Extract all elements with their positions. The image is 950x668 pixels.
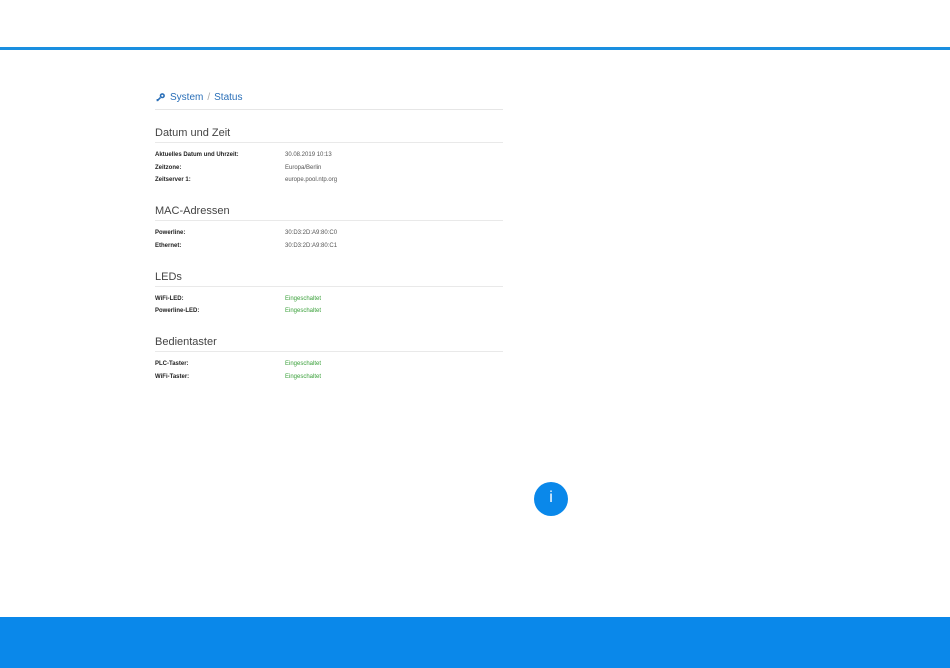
key-value-row: PLC-Taster: Eingeschaltet (155, 361, 503, 367)
key-value-list: Aktuelles Datum und Uhrzeit: 30.08.2019 … (155, 152, 503, 183)
section-bedientaster: Bedientaster PLC-Taster: Eingeschaltet W… (155, 336, 503, 380)
row-label: PLC-Taster: (155, 361, 189, 367)
key-value-row: Powerline-LED: Eingeschaltet (155, 308, 503, 314)
row-label: Ethernet: (155, 242, 182, 249)
row-value: 30:D3:2D:A9:80:C0 (285, 230, 338, 236)
row-value: 30.08.2019 10:13 (285, 152, 332, 158)
row-label: Zeitzone: (155, 164, 182, 171)
row-label: Powerline: (155, 230, 186, 236)
status-value: Eingeschaltet (285, 373, 322, 380)
row-value: europe.pool.ntp.org (285, 177, 338, 183)
row-value: 30:D3:2D:A9:80:C1 (285, 242, 338, 249)
section-leds: LEDs WiFi-LED: Eingeschaltet Powerline-L… (155, 271, 503, 315)
key-value-list: WiFi-LED: Eingeschaltet Powerline-LED: E… (155, 296, 503, 315)
row-label: WiFi-Taster: (155, 373, 190, 380)
status-value: Eingeschaltet (285, 361, 322, 367)
row-value: Europa/Berlin (285, 164, 322, 171)
key-value-row: Aktuelles Datum und Uhrzeit: 30.08.2019 … (155, 152, 503, 158)
section-title: Datum und Zeit (155, 127, 503, 143)
info-button[interactable]: i (534, 482, 568, 516)
breadcrumb-item-system[interactable]: System (170, 92, 203, 103)
status-value: Eingeschaltet (285, 295, 322, 302)
info-icon: i (549, 489, 553, 506)
key-value-row: Zeitserver 1: europe.pool.ntp.org (155, 177, 503, 183)
section-title: LEDs (155, 271, 503, 287)
breadcrumb-separator: / (207, 91, 211, 103)
section-title: Bedientaster (155, 336, 503, 352)
row-label: Aktuelles Datum und Uhrzeit: (155, 152, 239, 158)
key-value-row: Zeitzone: Europa/Berlin (155, 165, 503, 171)
key-value-list: PLC-Taster: Eingeschaltet WiFi-Taster: E… (155, 361, 503, 380)
gear-key-icon (156, 93, 165, 102)
key-value-list: Powerline: 30:D3:2D:A9:80:C0 Ethernet: 3… (155, 230, 503, 249)
footer-bar (0, 617, 950, 668)
status-value: Eingeschaltet (285, 308, 322, 314)
key-value-row: Powerline: 30:D3:2D:A9:80:C0 (155, 230, 503, 236)
header-divider (0, 47, 950, 50)
row-label: Powerline-LED: (155, 308, 200, 314)
breadcrumb-item-status[interactable]: Status (214, 92, 242, 103)
key-value-row: WiFi-Taster: Eingeschaltet (155, 374, 503, 380)
key-value-row: WiFi-LED: Eingeschaltet (155, 296, 503, 302)
breadcrumb: System / Status (155, 88, 503, 110)
main-content: System / Status Datum und Zeit Aktuelles… (155, 88, 503, 386)
section-title: MAC-Adressen (155, 205, 503, 221)
row-label: Zeitserver 1: (155, 177, 191, 183)
key-value-row: Ethernet: 30:D3:2D:A9:80:C1 (155, 243, 503, 249)
row-label: WiFi-LED: (155, 295, 184, 302)
section-mac-adressen: MAC-Adressen Powerline: 30:D3:2D:A9:80:C… (155, 205, 503, 249)
section-datum-und-zeit: Datum und Zeit Aktuelles Datum und Uhrze… (155, 127, 503, 183)
